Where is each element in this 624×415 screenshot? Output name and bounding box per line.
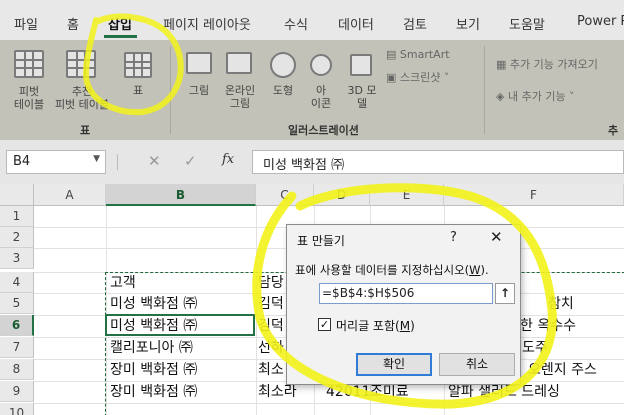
row-header[interactable]: 8 <box>0 359 34 380</box>
tab-file[interactable]: 파일 <box>14 14 38 33</box>
tab-view[interactable]: 보기 <box>456 14 480 33</box>
tab-formulas[interactable]: 수식 <box>284 14 308 33</box>
get-addins-button[interactable]: ▦ 추가 기능 가져오기 <box>496 56 598 72</box>
row-header[interactable]: 7 <box>0 337 34 358</box>
column-header-d[interactable]: D <box>314 184 370 206</box>
dialog-title: 표 만들기 <box>297 234 345 248</box>
row-header[interactable]: 6 <box>0 315 34 336</box>
online-picture-icon <box>226 52 252 74</box>
close-icon[interactable]: ✕ <box>490 228 503 246</box>
column-header-c[interactable]: C <box>256 184 314 206</box>
icons-icon <box>310 54 332 76</box>
group-label-addins: 추 <box>608 124 619 137</box>
tab-home[interactable]: 홈 <box>67 14 79 33</box>
collapse-dialog-icon[interactable]: ↑ <box>495 283 515 304</box>
divider <box>117 154 118 170</box>
ok-button[interactable]: 확인 <box>356 353 432 376</box>
3d-model-label: 3D 모 델 <box>347 84 377 110</box>
insert-function-icon[interactable]: fx <box>222 152 234 167</box>
row-header[interactable]: 5 <box>0 293 34 314</box>
column-header-e[interactable]: E <box>370 184 444 206</box>
cancel-icon[interactable]: ✕ <box>148 152 161 170</box>
recommended-pivot-label: 추천 피벗 테이블 <box>54 85 110 111</box>
tab-help[interactable]: 도움말 <box>509 14 545 33</box>
recommended-pivot-icon <box>66 50 96 78</box>
row-header[interactable]: 2 <box>0 227 34 248</box>
picture-label: 그림 <box>188 84 210 97</box>
column-header-f[interactable]: F <box>444 184 624 206</box>
range-input[interactable]: =$B$4:$H$506 <box>319 283 493 304</box>
smartart-button[interactable]: ▤ SmartArt <box>386 48 450 61</box>
screenshot-icon: ▣ <box>386 71 400 84</box>
row-header[interactable]: 9 <box>0 381 34 402</box>
tab-review[interactable]: 검토 <box>403 14 427 33</box>
name-box[interactable]: B4 ▼ <box>6 150 106 174</box>
my-addins-button[interactable]: ◈ 내 추가 기능 ˅ <box>496 88 575 104</box>
addin-icon: ◈ <box>496 90 508 103</box>
ribbon-tab-bar: 파일 홈 삽입 페이지 레이아웃 수식 데이터 검토 보기 도움말 Power … <box>0 0 624 40</box>
picture-icon <box>186 52 212 74</box>
cube-icon <box>350 54 372 76</box>
tab-data[interactable]: 데이터 <box>338 14 374 33</box>
formula-input[interactable]: 미성 백화점 ㈜ <box>252 150 624 174</box>
table-icon <box>124 52 152 78</box>
group-label-tables: 표 <box>80 124 91 137</box>
shapes-label: 도형 <box>272 84 294 97</box>
tab-power-pivot[interactable]: Power P <box>577 14 624 29</box>
row-header[interactable]: 10 <box>0 403 34 415</box>
help-icon[interactable]: ? <box>450 230 457 245</box>
group-divider <box>170 46 171 134</box>
smartart-icon: ▤ <box>386 48 400 61</box>
pivot-table-label: 피벗 테이블 <box>13 85 45 111</box>
store-icon: ▦ <box>496 58 510 71</box>
shapes-icon <box>270 52 296 78</box>
tab-page-layout[interactable]: 페이지 레이아웃 <box>163 14 251 33</box>
enter-icon[interactable]: ✓ <box>184 152 197 170</box>
group-divider <box>484 46 485 134</box>
active-cell-border <box>105 314 255 336</box>
chevron-down-icon[interactable]: ▼ <box>93 154 100 164</box>
tab-insert[interactable]: 삽입 <box>108 14 132 33</box>
active-tab-indicator <box>104 35 137 38</box>
pivot-table-icon <box>14 50 44 78</box>
dialog-prompt: 표에 사용할 데이터를 지정하십시오(W). <box>295 263 489 277</box>
online-picture-label: 온라인 그림 <box>224 84 256 110</box>
table-label: 표 <box>132 84 144 97</box>
header-checkbox-label[interactable]: 머리글 포함(M) <box>336 317 415 334</box>
cancel-button[interactable]: 취소 <box>439 353 515 376</box>
row-header[interactable]: 1 <box>0 206 34 227</box>
row-header[interactable]: 4 <box>0 272 34 293</box>
select-all-corner[interactable] <box>0 184 34 206</box>
screenshot-button[interactable]: ▣ 스크린샷 ˅ <box>386 69 449 85</box>
column-header-a[interactable]: A <box>34 184 106 206</box>
create-table-dialog: 표 만들기 ? ✕ 표에 사용할 데이터를 지정하십시오(W). =$B$4:$… <box>286 224 521 385</box>
header-checkbox[interactable]: ✓ <box>318 318 331 331</box>
formula-bar: B4 ▼ ✕ ✓ fx 미성 백화점 ㈜ <box>0 140 624 184</box>
row-header[interactable]: 3 <box>0 248 34 269</box>
icons-label: 아 이콘 <box>310 84 332 110</box>
ribbon: 피벗 테이블 추천 피벗 테이블 표 표 그림 온라인 그림 도형 아 이콘 3… <box>0 40 624 140</box>
column-header-b[interactable]: B <box>106 184 256 206</box>
group-label-illustrations: 일러스트레이션 <box>288 124 359 137</box>
